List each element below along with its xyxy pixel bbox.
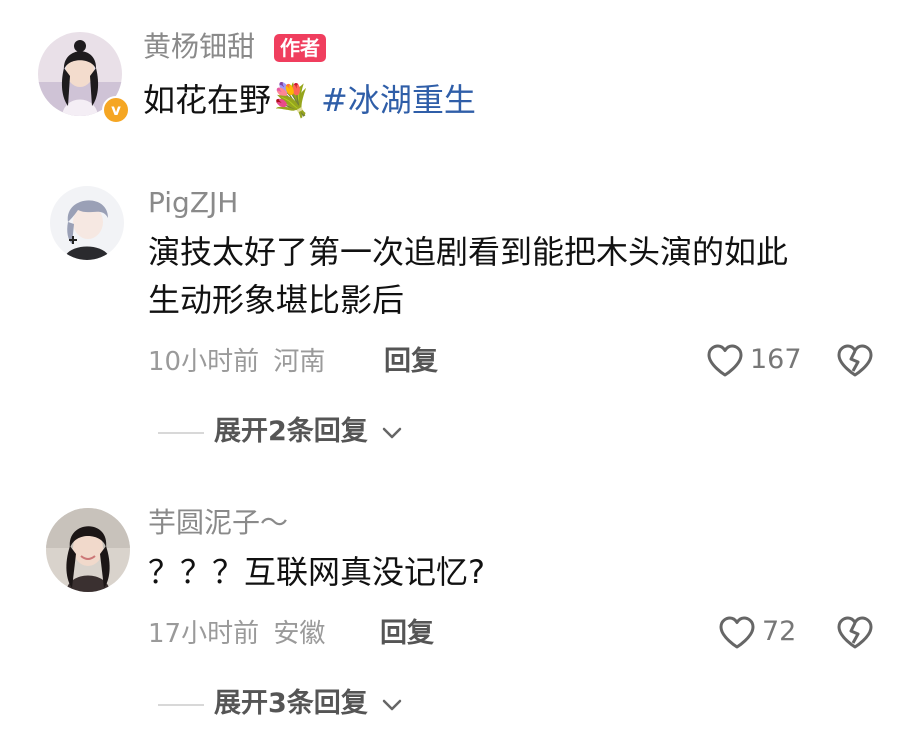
hashtag-link[interactable]: #冰湖重生 [321,81,476,119]
comment-time: 17小时前 [148,619,260,649]
broken-heart-icon [837,344,873,377]
expand-divider [158,704,204,706]
dislike-button[interactable] [836,344,876,380]
comment-text: ？？？互联网真没记忆? [148,548,485,596]
commenter-username[interactable]: PigZJH [148,186,238,220]
comment-text-line: 生动形象堪比影后 [148,281,405,319]
broken-heart-icon [837,616,873,649]
author-badge: 作者 [274,34,326,62]
author-comment-text: 如花在野💐 #冰湖重生 [143,76,476,124]
like-button[interactable] [718,616,758,652]
author-comment-message: 如花在野 [143,81,272,119]
author-username[interactable]: 黄杨钿甜 [143,30,255,64]
expand-replies-button[interactable]: 展开3条回复 [214,688,403,720]
commenter-avatar-image [46,508,130,592]
comment-meta: 17小时前 安徽 [148,618,325,650]
like-count: 167 [750,344,802,375]
commenter-username[interactable]: 芋圆泥子～ [148,506,288,540]
chevron-down-icon [382,699,402,710]
bouquet-emoji-icon: 💐 [271,81,311,119]
comment-text: 演技太好了第一次追剧看到能把木头演的如此 生动形象堪比影后 [148,228,788,324]
expand-replies-label: 展开3条回复 [214,688,368,719]
like-count: 72 [762,616,797,647]
comment-text-line: 演技太好了第一次追剧看到能把木头演的如此 [148,233,789,271]
expand-replies-button[interactable]: 展开2条回复 [214,416,403,448]
expand-divider [158,432,204,434]
commenter-avatar-image [50,186,124,260]
commenter-avatar[interactable] [46,508,130,592]
expand-replies-label: 展开2条回复 [214,416,368,447]
comment-time: 10小时前 [148,347,260,377]
reply-button[interactable]: 回复 [380,618,434,650]
dislike-button[interactable] [836,616,876,652]
comment-location: 安徽 [273,619,326,649]
heart-outline-icon [707,344,743,377]
commenter-avatar[interactable] [50,186,124,260]
chevron-down-icon [382,427,402,438]
comment-meta: 10小时前 河南 [148,346,325,378]
verified-badge-icon: v [102,96,130,124]
heart-outline-icon [719,616,755,649]
comment-location: 河南 [273,347,326,377]
comment-text-line: ？？？互联网真没记忆? [148,553,485,591]
reply-button[interactable]: 回复 [384,346,438,378]
like-button[interactable] [706,344,746,380]
